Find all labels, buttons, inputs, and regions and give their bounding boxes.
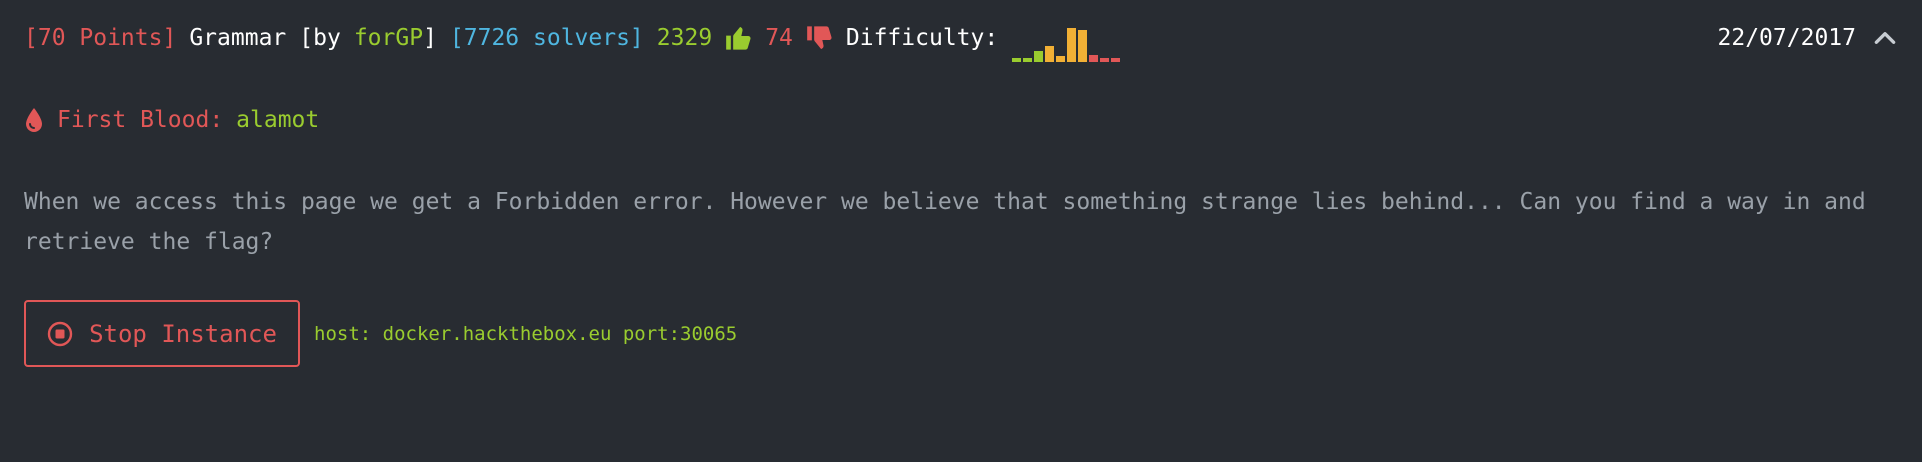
difficulty-chart xyxy=(1012,22,1121,62)
by-suffix: ] xyxy=(423,25,437,51)
date-area: 22/07/2017 xyxy=(1718,20,1898,56)
thumbs-up-icon[interactable] xyxy=(725,24,753,52)
first-blood: First Blood: alamot xyxy=(24,102,319,138)
stop-instance-label: Stop Instance xyxy=(89,319,277,348)
blood-drop-icon xyxy=(26,108,42,132)
dislikes-count: 74 xyxy=(765,25,793,51)
first-blood-user[interactable]: alamot xyxy=(236,107,319,133)
difficulty-label: Difficulty: xyxy=(845,25,999,51)
challenge-panel: [70 Points] Grammar [by forGP ] [7726 so… xyxy=(0,0,1922,462)
difficulty-bar xyxy=(1023,58,1033,62)
solvers-count[interactable]: [7726 solvers] xyxy=(450,25,644,51)
difficulty-bar xyxy=(1034,51,1044,62)
challenge-points: [70 Points] xyxy=(24,25,177,51)
difficulty-bar xyxy=(1078,30,1088,62)
difficulty-bar xyxy=(1056,56,1066,62)
difficulty-bar xyxy=(1045,46,1055,62)
challenge-header: [70 Points] Grammar [by forGP ] [7726 so… xyxy=(24,20,1121,62)
stop-circle-icon xyxy=(47,321,73,346)
stop-instance-button[interactable]: Stop Instance xyxy=(24,300,300,367)
challenge-author[interactable]: forGP xyxy=(354,25,423,51)
difficulty-bar xyxy=(1100,58,1110,62)
by-prefix: [by xyxy=(299,25,341,51)
thumbs-down-icon[interactable] xyxy=(806,24,834,52)
host-info: host: docker.hackthebox.eu port:30065 xyxy=(314,323,738,345)
difficulty-bar xyxy=(1067,28,1077,62)
chevron-up-icon[interactable] xyxy=(1872,25,1898,51)
difficulty-bar xyxy=(1111,58,1121,62)
first-blood-label: First Blood: xyxy=(57,107,224,133)
challenge-name[interactable]: Grammar xyxy=(189,25,286,51)
difficulty-bar xyxy=(1012,58,1022,62)
release-date: 22/07/2017 xyxy=(1717,25,1856,51)
difficulty-bar xyxy=(1089,55,1099,62)
likes-count: 2329 xyxy=(656,25,713,51)
challenge-description: When we access this page we get a Forbid… xyxy=(24,189,1866,255)
